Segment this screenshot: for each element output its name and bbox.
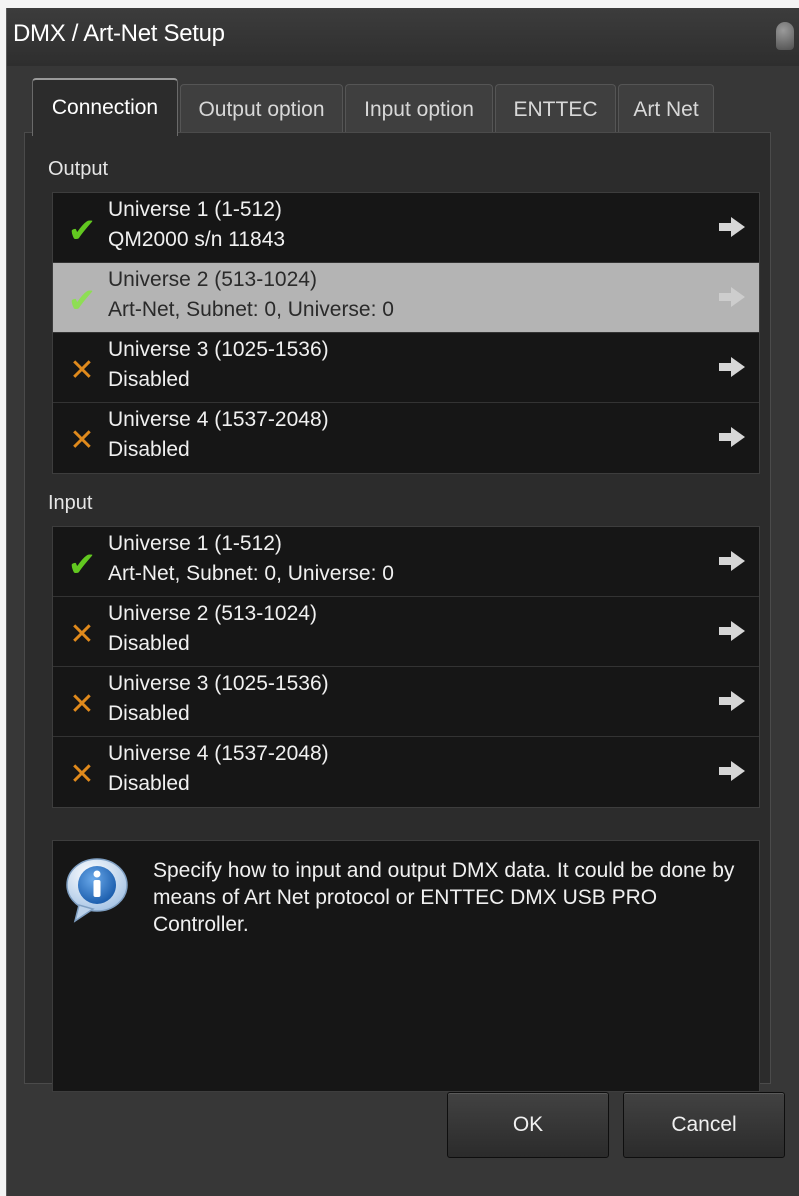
input-universe-list: ✔ Universe 1 (1-512) Art-Net, Subnet: 0,…	[52, 526, 760, 808]
ok-button[interactable]: OK	[447, 1092, 609, 1158]
arrow-right-icon[interactable]	[719, 287, 745, 307]
input-universe-1-row[interactable]: ✔ Universe 1 (1-512) Art-Net, Subnet: 0,…	[53, 527, 759, 597]
universe-status: Disabled	[108, 368, 190, 391]
input-universe-3-row[interactable]: ✕ Universe 3 (1025-1536) Disabled	[53, 667, 759, 737]
output-section-label: Output	[48, 158, 109, 180]
universe-status: Art-Net, Subnet: 0, Universe: 0	[108, 562, 394, 585]
output-universe-4-row[interactable]: ✕ Universe 4 (1537-2048) Disabled	[53, 403, 759, 473]
input-universe-2-row[interactable]: ✕ Universe 2 (513-1024) Disabled	[53, 597, 759, 667]
check-icon: ✔	[67, 546, 97, 584]
output-universe-list: ✔ Universe 1 (1-512) QM2000 s/n 11843 ✔ …	[52, 192, 760, 474]
arrow-right-icon[interactable]	[719, 427, 745, 447]
tab-label: ENTTEC	[513, 97, 598, 121]
ok-label: OK	[512, 1113, 544, 1136]
cancel-button[interactable]: Cancel	[623, 1092, 785, 1158]
universe-status: Disabled	[108, 772, 190, 795]
cross-icon: ✕	[69, 758, 95, 791]
universe-title: Universe 4 (1537-2048)	[108, 742, 329, 765]
tab-label: Art Net	[633, 97, 699, 121]
tab-enttec[interactable]: ENTTEC	[495, 84, 616, 134]
tab-input-option[interactable]: Input option	[345, 84, 493, 134]
info-box: Specify how to input and output DMX data…	[52, 840, 760, 1092]
universe-title: Universe 3 (1025-1536)	[108, 338, 329, 361]
universe-title: Universe 1 (1-512)	[108, 532, 282, 555]
check-icon: ✔	[67, 212, 97, 250]
output-universe-2-row[interactable]: ✔ Universe 2 (513-1024) Art-Net, Subnet:…	[53, 263, 759, 333]
tab-connection[interactable]: Connection	[32, 78, 178, 136]
universe-title: Universe 2 (513-1024)	[108, 268, 317, 291]
universe-status: Disabled	[108, 702, 190, 725]
cross-icon: ✕	[69, 424, 95, 457]
arrow-right-icon[interactable]	[719, 217, 745, 237]
universe-status: Disabled	[108, 632, 190, 655]
universe-title: Universe 1 (1-512)	[108, 198, 282, 221]
check-icon: ✔	[67, 282, 97, 320]
window-menu-icon[interactable]	[776, 22, 794, 50]
input-universe-4-row[interactable]: ✕ Universe 4 (1537-2048) Disabled	[53, 737, 759, 807]
universe-title: Universe 2 (513-1024)	[108, 602, 317, 625]
tab-label: Connection	[51, 96, 159, 119]
arrow-right-icon[interactable]	[719, 621, 745, 641]
cross-icon: ✕	[69, 688, 95, 721]
tab-label: Output option	[198, 97, 325, 121]
cancel-label: Cancel	[671, 1113, 737, 1136]
tab-art-net[interactable]: Art Net	[618, 84, 714, 134]
info-description: Specify how to input and output DMX data…	[153, 859, 735, 936]
cross-icon: ✕	[69, 354, 95, 387]
universe-status: Art-Net, Subnet: 0, Universe: 0	[108, 298, 394, 321]
cross-icon: ✕	[69, 618, 95, 651]
arrow-right-icon[interactable]	[719, 551, 745, 571]
universe-status: Disabled	[108, 438, 190, 461]
arrow-right-icon[interactable]	[719, 691, 745, 711]
info-icon	[66, 858, 128, 923]
output-universe-3-row[interactable]: ✕ Universe 3 (1025-1536) Disabled	[53, 333, 759, 403]
universe-status: QM2000 s/n 11843	[108, 228, 286, 251]
output-universe-1-row[interactable]: ✔ Universe 1 (1-512) QM2000 s/n 11843	[53, 193, 759, 263]
title-bar[interactable]: DMX / Art-Net Setup	[7, 8, 799, 66]
arrow-right-icon[interactable]	[719, 357, 745, 377]
window-title: DMX / Art-Net Setup	[13, 20, 225, 47]
input-section-label: Input	[48, 492, 93, 514]
universe-title: Universe 3 (1025-1536)	[108, 672, 329, 695]
tab-output-option[interactable]: Output option	[180, 84, 343, 134]
tab-label: Input option	[364, 97, 474, 121]
universe-title: Universe 4 (1537-2048)	[108, 408, 329, 431]
arrow-right-icon[interactable]	[719, 761, 745, 781]
